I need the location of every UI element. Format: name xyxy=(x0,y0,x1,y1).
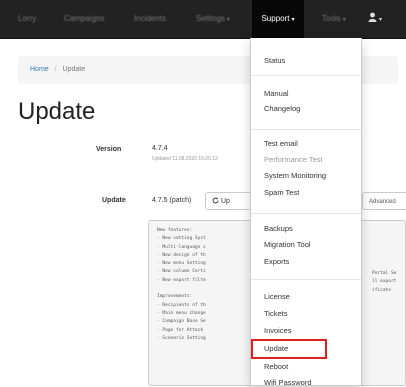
top-navbar: Lorry Campaigns Incidents Settings ▾ Supp… xyxy=(0,0,406,39)
chevron-down-icon: ▾ xyxy=(226,17,230,23)
menu-divider xyxy=(251,129,361,130)
breadcrumb-separator: / xyxy=(54,66,57,73)
menu-item-reboot[interactable]: Reboot xyxy=(264,362,288,371)
menu-item-migration-tool[interactable]: Migration Tool xyxy=(264,240,311,249)
nav-item-campaigns[interactable]: Campaigns xyxy=(64,0,104,38)
changelog-fragment: ificate xyxy=(372,287,391,293)
menu-item-spam-test[interactable]: Spam Test xyxy=(264,188,299,197)
chevron-down-icon: ▾ xyxy=(291,17,295,23)
advanced-button[interactable]: Advanced xyxy=(362,192,406,210)
menu-item-invoices[interactable]: Invoices xyxy=(264,326,292,335)
menu-divider xyxy=(251,213,361,214)
breadcrumb-current: Update xyxy=(62,66,86,73)
changelog-fragment: Portal Se xyxy=(372,271,397,276)
nav-item-incidents[interactable]: Incidents xyxy=(134,0,166,38)
menu-item-tickets[interactable]: Tickets xyxy=(264,309,287,318)
changelog-overflow-text: Portal Se ll export ificate xyxy=(372,270,396,295)
menu-divider xyxy=(251,279,361,280)
menu-item-status[interactable]: Status xyxy=(264,56,285,65)
version-label: Version xyxy=(96,146,122,153)
menu-item-system-monitoring[interactable]: System Monitoring xyxy=(264,171,326,180)
chevron-down-icon: ▾ xyxy=(379,17,383,23)
update-button-label: Up xyxy=(220,198,230,205)
nav-item-support[interactable]: Support ▾ xyxy=(252,0,304,38)
chevron-down-icon: ▾ xyxy=(342,17,346,23)
menu-item-backups[interactable]: Backups xyxy=(264,224,293,233)
nav-item-settings[interactable]: Settings ▾ xyxy=(196,0,230,38)
version-updated: Updated 11.08.2020 16:25:12 xyxy=(152,156,218,162)
changelog-fragment: ll export xyxy=(372,279,397,285)
nav-item-tools[interactable]: Tools ▾ xyxy=(322,0,346,38)
menu-item-exports[interactable]: Exports xyxy=(264,257,289,266)
menu-divider xyxy=(251,75,361,76)
nav-item-brand[interactable]: Lorry xyxy=(18,0,36,38)
menu-item-manual[interactable]: Manual xyxy=(264,89,289,98)
menu-item-performance-test: Performance Test xyxy=(264,155,323,164)
user-icon xyxy=(368,12,377,22)
refresh-icon xyxy=(212,197,219,204)
nav-user-menu[interactable]: ▾ xyxy=(368,0,382,38)
update-available-value: 4.7.5 (patch) xyxy=(152,197,192,204)
version-value: 4.7.4 xyxy=(152,145,168,152)
highlight-box xyxy=(251,339,327,359)
menu-item-license[interactable]: License xyxy=(264,292,290,301)
breadcrumb-home-link[interactable]: Home xyxy=(30,66,49,73)
update-label: Update xyxy=(102,197,126,204)
menu-item-test-email[interactable]: Test email xyxy=(264,139,298,148)
menu-item-changelog[interactable]: Changelog xyxy=(264,104,300,113)
page-title: Update xyxy=(18,98,96,125)
